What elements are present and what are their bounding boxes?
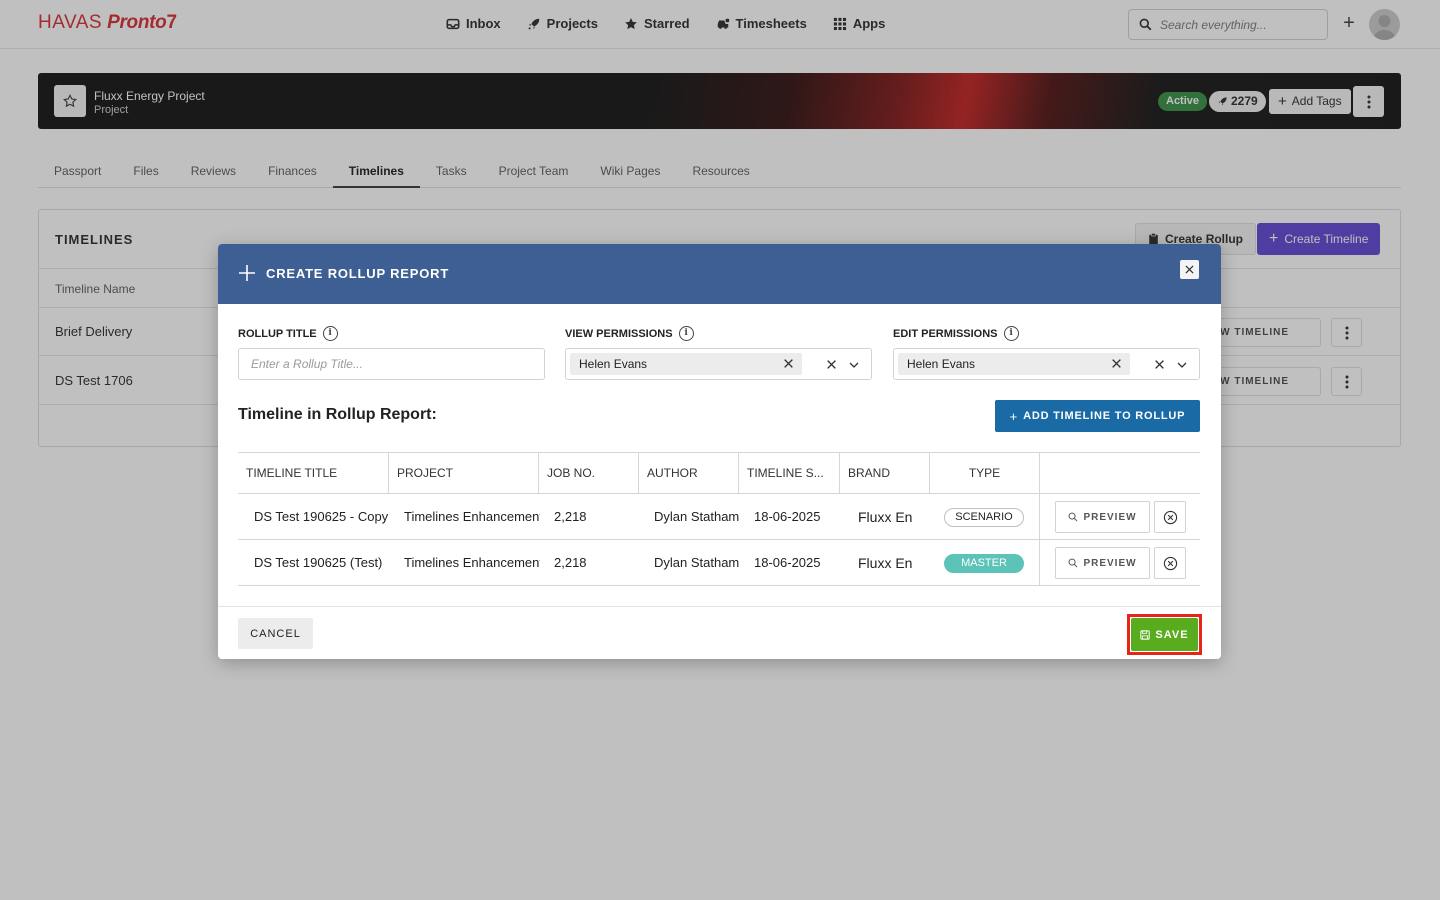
- column-author[interactable]: AUTHOR: [639, 453, 739, 493]
- edit-permission-chip: Helen Evans: [898, 353, 1130, 375]
- preview-label: PREVIEW: [1083, 511, 1137, 523]
- table-row: DS Test 190625 - Copy Timelines Enhancem…: [238, 494, 1200, 540]
- plus-icon: [239, 265, 255, 281]
- column-brand[interactable]: BRAND: [840, 453, 930, 493]
- modal-header: CREATE ROLLUP REPORT: [218, 244, 1221, 304]
- chip-label: Helen Evans: [907, 357, 976, 371]
- remove-chip-icon[interactable]: [783, 358, 794, 369]
- floppy-disk-icon: [1140, 629, 1151, 640]
- column-timeline-title[interactable]: TIMELINE TITLE: [238, 453, 389, 493]
- save-button[interactable]: SAVE: [1131, 618, 1198, 651]
- preview-label: PREVIEW: [1083, 557, 1137, 569]
- rollup-title-input[interactable]: [238, 348, 545, 380]
- info-icon[interactable]: i: [322, 326, 338, 341]
- preview-button[interactable]: PREVIEW: [1055, 501, 1150, 533]
- edit-permissions-label: EDIT PERMISSIONS i: [893, 326, 1019, 341]
- info-icon[interactable]: i: [1003, 326, 1019, 341]
- search-icon: [1068, 558, 1078, 568]
- circle-x-icon: [1163, 510, 1177, 524]
- cell-timeline-start: 18-06-2025: [754, 509, 821, 524]
- add-timeline-label: ADD TIMELINE TO ROLLUP: [1023, 410, 1186, 422]
- cell-timeline-title: DS Test 190625 (Test): [254, 555, 383, 570]
- edit-permissions-label-text: EDIT PERMISSIONS: [893, 327, 998, 340]
- column-divider: [1039, 540, 1040, 586]
- column-timeline-start[interactable]: TIMELINE S...: [739, 453, 840, 493]
- cell-timeline-start: 18-06-2025: [754, 555, 821, 570]
- remove-timeline-button[interactable]: [1154, 547, 1186, 579]
- chip-label: Helen Evans: [579, 357, 648, 371]
- cell-timeline-title: DS Test 190625 - Copy: [254, 509, 389, 524]
- type-badge-scenario: SCENARIO: [944, 508, 1024, 527]
- cell-author: Dylan Statham: [654, 509, 740, 524]
- modal-title: CREATE ROLLUP REPORT: [266, 266, 450, 281]
- view-permissions-select[interactable]: Helen Evans: [565, 348, 872, 380]
- rollup-title-label-text: ROLLUP TITLE: [238, 327, 317, 340]
- timeline-in-rollup-heading: Timeline in Rollup Report:: [238, 406, 437, 423]
- rollup-table-header: TIMELINE TITLE PROJECT JOB NO. AUTHOR TI…: [238, 452, 1200, 494]
- clear-selection-icon[interactable]: [826, 359, 837, 370]
- view-permissions-label-text: VIEW PERMISSIONS: [565, 327, 673, 340]
- edit-permissions-select[interactable]: Helen Evans: [893, 348, 1200, 380]
- view-permissions-label: VIEW PERMISSIONS i: [565, 326, 694, 341]
- modal-footer: CANCEL SAVE: [218, 606, 1221, 659]
- add-timeline-to-rollup-button[interactable]: + ADD TIMELINE TO ROLLUP: [995, 400, 1200, 432]
- cell-brand: Fluxx En: [858, 509, 913, 525]
- cell-project: Timelines Enhancement: [404, 555, 540, 570]
- view-permission-chip: Helen Evans: [570, 353, 802, 375]
- search-icon: [1068, 512, 1078, 522]
- plus-icon: +: [1009, 408, 1019, 424]
- create-rollup-report-modal: CREATE ROLLUP REPORT ROLLUP TITLE i VIEW…: [218, 244, 1221, 659]
- cell-job-no: 2,218: [554, 509, 587, 524]
- cell-project: Timelines Enhancement: [404, 509, 540, 524]
- cancel-button[interactable]: CANCEL: [238, 618, 313, 649]
- cell-job-no: 2,218: [554, 555, 587, 570]
- chevron-down-icon[interactable]: [848, 359, 860, 371]
- info-icon[interactable]: i: [678, 326, 694, 341]
- circle-x-icon: [1163, 556, 1177, 570]
- save-label: SAVE: [1155, 628, 1189, 641]
- type-badge-master: MASTER: [944, 554, 1024, 573]
- column-type[interactable]: TYPE: [930, 453, 1040, 493]
- rollup-title-label: ROLLUP TITLE i: [238, 326, 338, 341]
- column-project[interactable]: PROJECT: [389, 453, 539, 493]
- cell-brand: Fluxx En: [858, 555, 913, 571]
- cell-author: Dylan Statham: [654, 555, 740, 570]
- table-row: DS Test 190625 (Test) Timelines Enhancem…: [238, 540, 1200, 586]
- column-divider: [1039, 494, 1040, 540]
- column-job-no[interactable]: JOB NO.: [539, 453, 639, 493]
- preview-button[interactable]: PREVIEW: [1055, 547, 1150, 579]
- chevron-down-icon[interactable]: [1176, 359, 1188, 371]
- remove-timeline-button[interactable]: [1154, 501, 1186, 533]
- remove-chip-icon[interactable]: [1111, 358, 1122, 369]
- close-icon: [1185, 265, 1194, 274]
- clear-selection-icon[interactable]: [1154, 359, 1165, 370]
- close-modal-button[interactable]: [1180, 260, 1199, 279]
